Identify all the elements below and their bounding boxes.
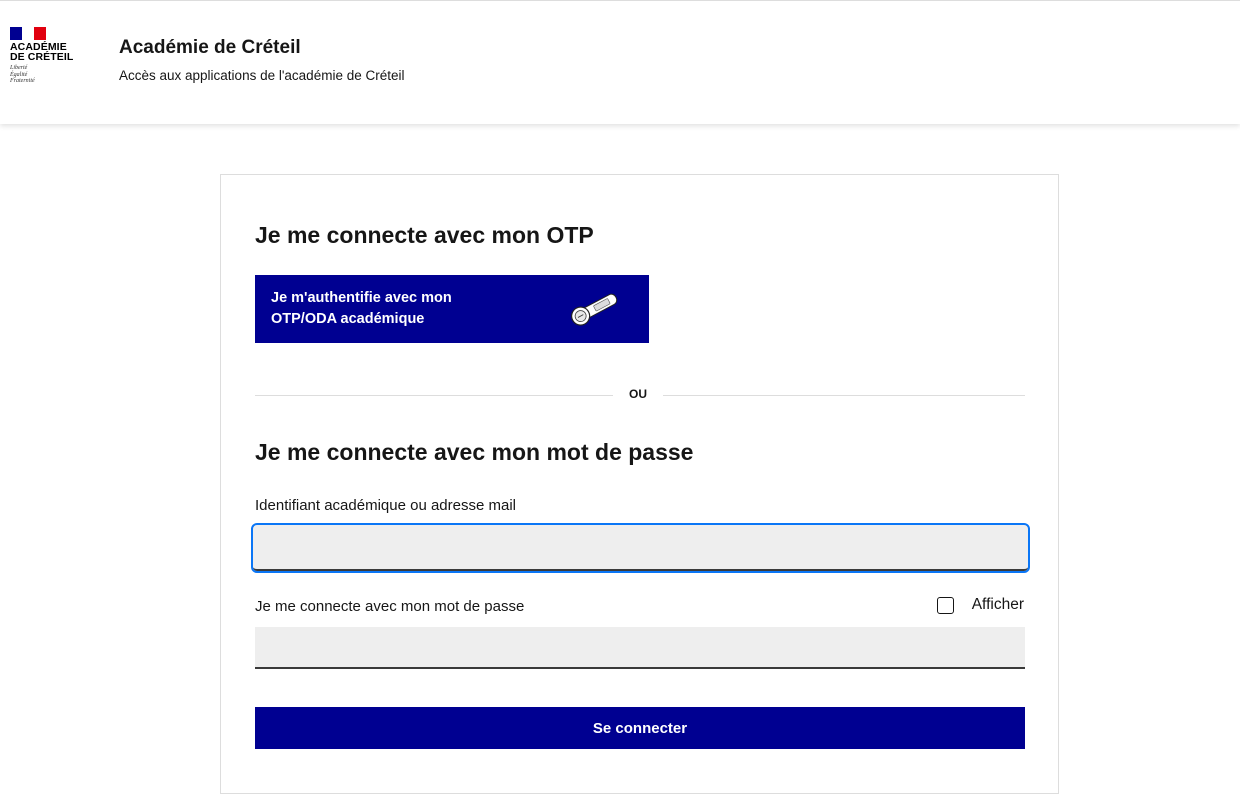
otp-button-label: Je m'authentifie avec mon OTP/ODA académ… bbox=[271, 290, 452, 327]
separator-line-right bbox=[663, 395, 1025, 396]
show-password-checkbox[interactable] bbox=[936, 596, 954, 614]
site-title[interactable]: Académie de Créteil bbox=[119, 37, 301, 59]
show-password-toggle[interactable]: Afficher bbox=[936, 596, 1024, 614]
separator-text: OU bbox=[629, 387, 647, 401]
identifier-label: Identifiant académique ou adresse mail bbox=[255, 497, 516, 514]
identifier-input[interactable] bbox=[251, 523, 1030, 573]
site-subtitle: Accès aux applications de l'académie de … bbox=[119, 68, 405, 83]
password-section-title: Je me connecte avec mon mot de passe bbox=[255, 439, 694, 465]
login-card: Je me connecte avec mon OTP Je m'authent… bbox=[220, 174, 1059, 794]
academy-logo[interactable]: ACADÉMIE DE CRÉTEIL Liberté Égalité Frat… bbox=[10, 27, 90, 107]
password-input[interactable] bbox=[255, 627, 1025, 669]
site-header: ACADÉMIE DE CRÉTEIL Liberté Égalité Frat… bbox=[0, 0, 1240, 124]
otp-login-button[interactable]: Je m'authentifie avec mon OTP/ODA académ… bbox=[255, 275, 649, 343]
republic-motto: Liberté Égalité Fraternité bbox=[10, 65, 90, 85]
or-separator: OU bbox=[255, 385, 1025, 405]
separator-line-left bbox=[255, 395, 613, 396]
otp-token-icon bbox=[565, 291, 625, 327]
otp-section-title: Je me connecte avec mon OTP bbox=[255, 222, 594, 248]
login-button[interactable]: Se connecter bbox=[255, 707, 1025, 749]
motto-fraternite: Fraternité bbox=[10, 78, 35, 84]
logo-line-2: DE CRÉTEIL bbox=[10, 51, 74, 63]
password-label: Je me connecte avec mon mot de passe bbox=[255, 598, 525, 615]
show-password-label[interactable]: Afficher bbox=[972, 596, 1024, 614]
logo-text: ACADÉMIE DE CRÉTEIL bbox=[10, 42, 90, 63]
french-flag-icon bbox=[10, 27, 46, 40]
